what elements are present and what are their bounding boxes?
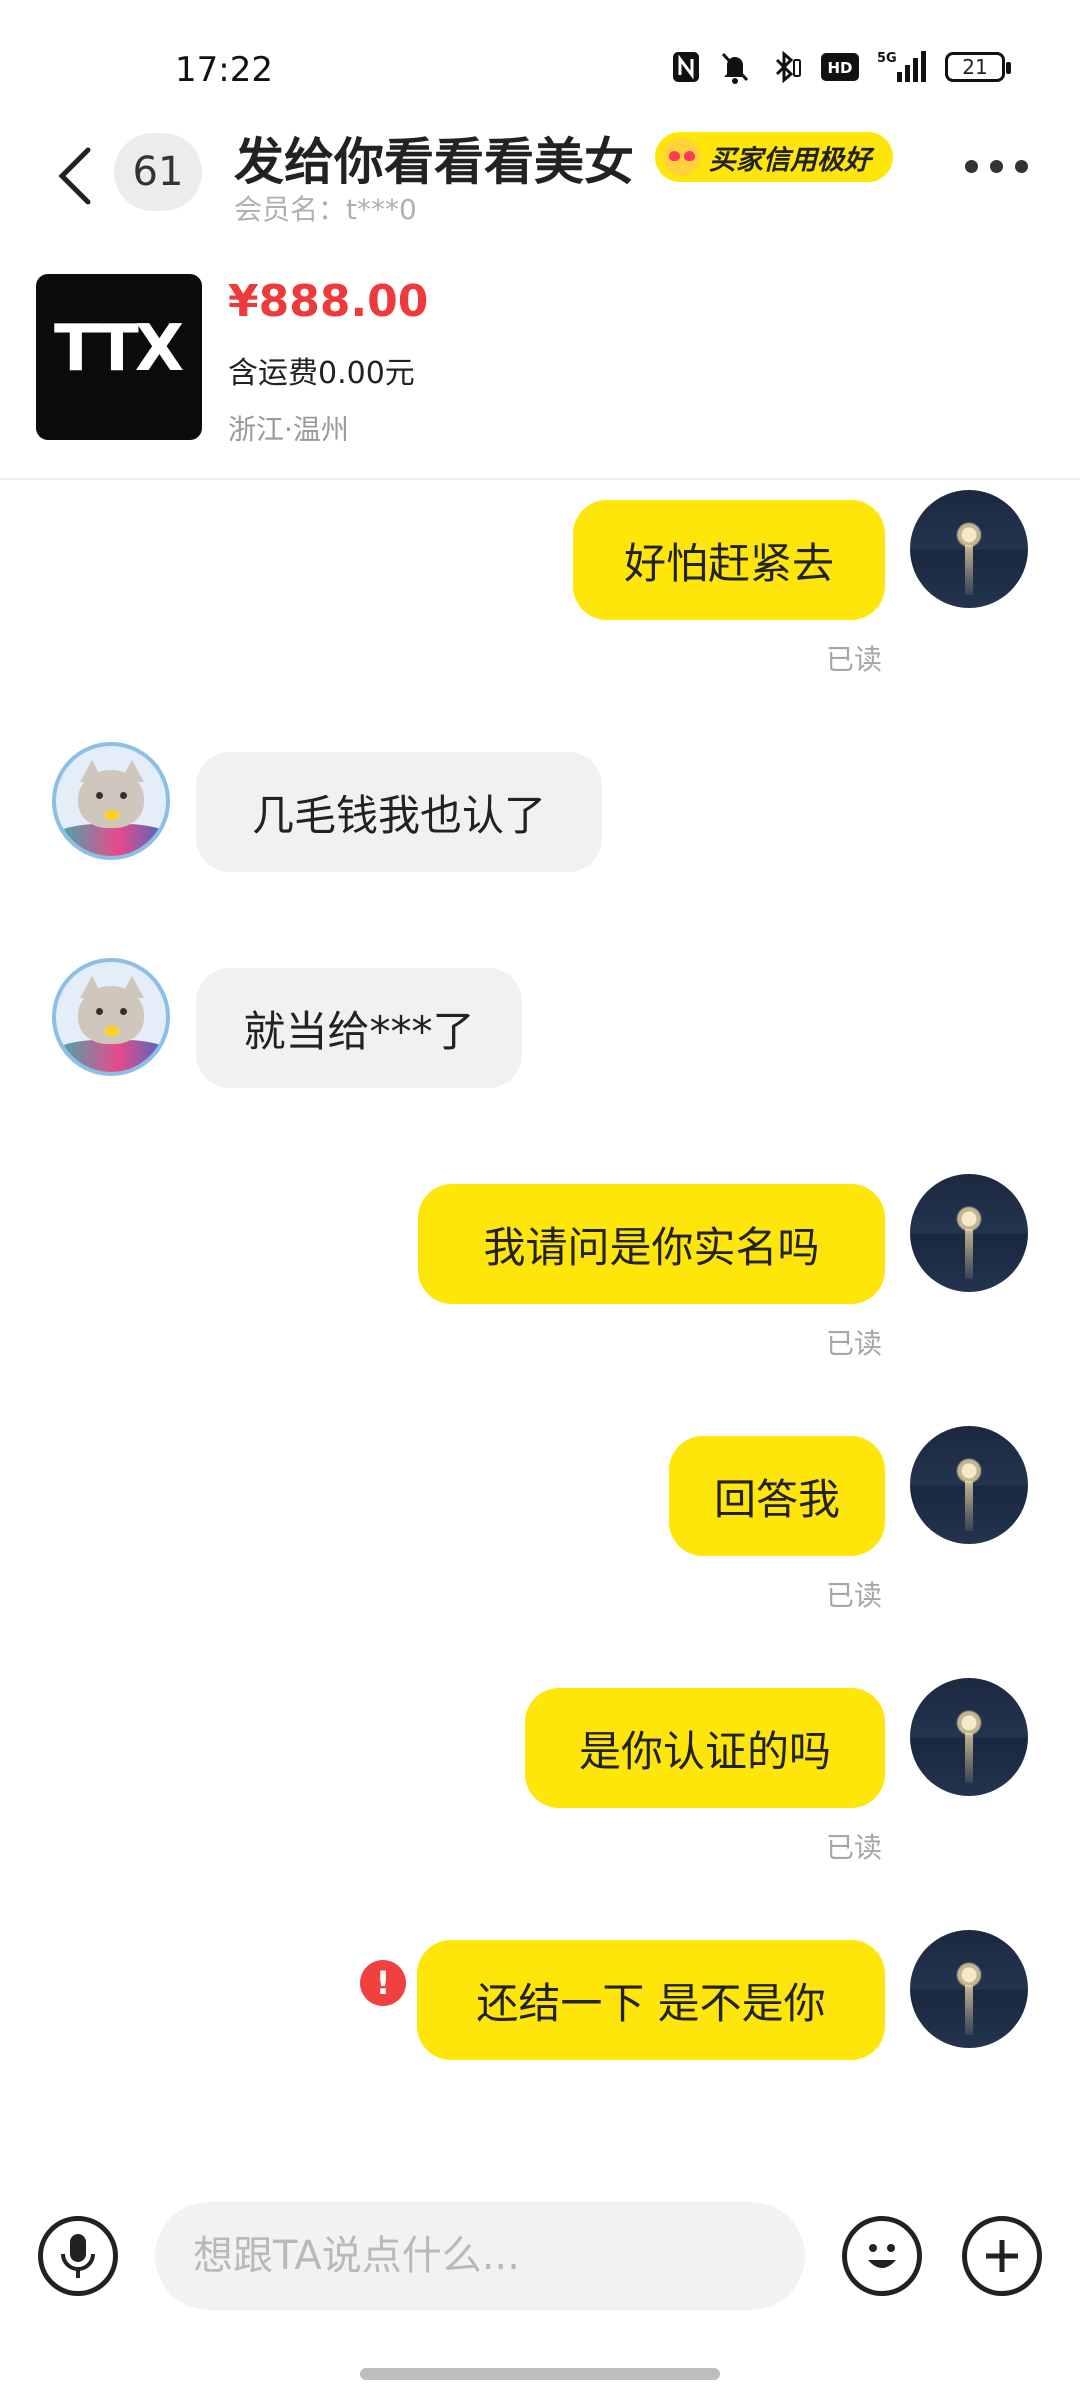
dot-icon bbox=[990, 160, 1003, 173]
mute-icon bbox=[719, 50, 751, 84]
chat-header: 61 发给你看看看美女 买家信用极好 会员名：t***0 bbox=[0, 130, 1080, 230]
status-icons: HD 5G 21 bbox=[671, 50, 1011, 84]
message-bubble[interactable]: 几毛钱我也认了 bbox=[196, 752, 602, 872]
input-bar bbox=[0, 2190, 1080, 2340]
battery-icon: 21 bbox=[945, 52, 1011, 82]
hd-icon: HD bbox=[821, 53, 859, 81]
svg-text:HD: HD bbox=[827, 59, 852, 77]
read-status: 已读 bbox=[826, 643, 883, 676]
smiley-icon bbox=[868, 2244, 896, 2268]
product-logo: TTX bbox=[54, 312, 184, 386]
unread-count-badge[interactable]: 61 bbox=[114, 133, 202, 211]
my-avatar[interactable] bbox=[910, 1426, 1028, 1544]
home-indicator[interactable] bbox=[360, 2368, 720, 2380]
product-location: 浙江·温州 bbox=[228, 413, 349, 446]
credit-badge[interactable]: 买家信用极好 bbox=[655, 132, 893, 182]
product-price: ¥888.00 bbox=[228, 276, 429, 327]
seller-avatar[interactable] bbox=[52, 742, 170, 860]
emoji-button[interactable] bbox=[842, 2216, 922, 2296]
my-avatar[interactable] bbox=[910, 1174, 1028, 1292]
seller-avatar[interactable] bbox=[52, 958, 170, 1076]
microphone-icon bbox=[61, 2234, 95, 2278]
more-options-button[interactable] bbox=[965, 160, 1028, 173]
member-name: 会员名：t***0 bbox=[234, 193, 417, 226]
plus-icon bbox=[986, 2240, 1018, 2272]
add-button[interactable] bbox=[962, 2216, 1042, 2296]
chat-message-list: 好怕赶紧去 已读 几毛钱我也认了 就当给***了 我请问是你实名吗 已读 回答我… bbox=[0, 480, 1080, 2180]
nfc-icon bbox=[671, 50, 701, 84]
back-button[interactable] bbox=[50, 140, 100, 210]
clock: 17:22 bbox=[175, 50, 273, 90]
message-bubble[interactable]: 回答我 bbox=[669, 1436, 885, 1556]
product-card[interactable]: TTX ¥888.00 含运费0.00元 浙江·温州 bbox=[0, 262, 1080, 480]
shipping-info: 含运费0.00元 bbox=[228, 356, 415, 391]
send-failed-icon[interactable]: ! bbox=[360, 1960, 406, 2006]
status-bar: 17:22 HD 5G 21 bbox=[0, 0, 1080, 130]
my-avatar[interactable] bbox=[910, 490, 1028, 608]
battery-level: 21 bbox=[962, 55, 988, 79]
signal-icon: 5G bbox=[877, 50, 927, 84]
heart-eyes-emoji-icon bbox=[663, 138, 701, 176]
voice-button[interactable] bbox=[38, 2216, 118, 2296]
chat-title: 发给你看看看美女 bbox=[234, 133, 634, 191]
message-bubble[interactable]: 我请问是你实名吗 bbox=[418, 1184, 885, 1304]
read-status: 已读 bbox=[826, 1579, 883, 1612]
read-status: 已读 bbox=[826, 1327, 883, 1360]
my-avatar[interactable] bbox=[910, 1930, 1028, 2048]
credit-badge-label: 买家信用极好 bbox=[709, 144, 871, 176]
read-status: 已读 bbox=[826, 1831, 883, 1864]
dot-icon bbox=[1015, 160, 1028, 173]
message-bubble[interactable]: 好怕赶紧去 bbox=[573, 500, 885, 620]
message-input[interactable] bbox=[155, 2202, 805, 2310]
dot-icon bbox=[965, 160, 978, 173]
svg-text:5G: 5G bbox=[877, 51, 897, 66]
message-bubble[interactable]: 还结一下 是不是你 bbox=[417, 1940, 885, 2060]
message-bubble[interactable]: 就当给***了 bbox=[196, 968, 522, 1088]
bluetooth-icon bbox=[769, 50, 803, 84]
product-image[interactable]: TTX bbox=[36, 274, 202, 440]
chevron-left-icon bbox=[58, 147, 91, 205]
my-avatar[interactable] bbox=[910, 1678, 1028, 1796]
message-bubble[interactable]: 是你认证的吗 bbox=[525, 1688, 885, 1808]
